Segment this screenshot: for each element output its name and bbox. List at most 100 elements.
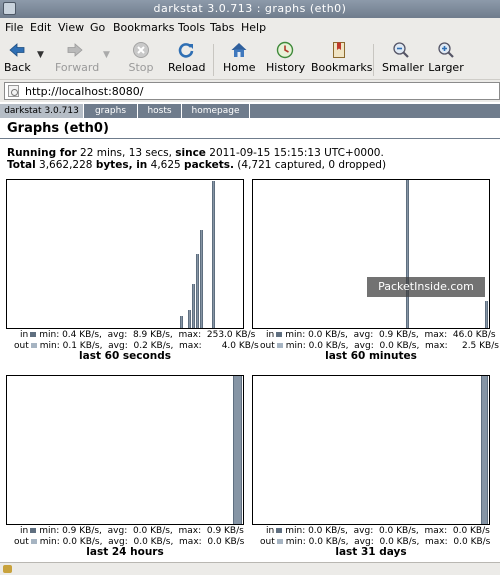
legend-in-values: min: 0.0 KB/s, avg: 0.0 KB/s, max: 0.0 K… [285,526,490,536]
navigation-toolbar: Back ▼ Forward ▼ Stop Reload Home Histor… [0,38,500,80]
forward-button[interactable]: Forward [55,41,99,74]
menu-bar: File Edit View Go Bookmarks Tools Tabs H… [0,18,500,38]
out-swatch [276,343,283,348]
nav-item-homepage[interactable]: homepage [182,104,250,118]
graph-plot [6,179,244,329]
graph-bar [200,230,203,328]
stop-icon [133,42,149,58]
home-icon [231,43,247,57]
graph-bar [188,310,191,328]
menu-help[interactable]: Help [241,21,266,34]
legend-in: in min: 0.0 KB/s, avg: 0.9 KB/s, max: 46.… [266,330,496,340]
legend-in-values: min: 0.9 KB/s, avg: 0.0 KB/s, max: 0.9 K… [39,526,244,536]
in-swatch [30,332,37,337]
menu-tools[interactable]: Tools [178,21,205,34]
forward-label: Forward [55,61,100,74]
forward-arrow-icon [67,43,83,57]
total-bytes: 3,662,228 [35,159,96,171]
graph-last-31-days: in min: 0.0 KB/s, avg: 0.0 KB/s, max: 0.0… [252,375,490,559]
total-label: Total [7,159,36,171]
window-titlebar: darkstat 3.0.713 : graphs (eth0) [0,0,500,18]
captured-dropped: (4,721 captured, 0 dropped) [233,159,387,171]
graph-last-60-seconds: in min: 0.4 KB/s, avg: 8.9 KB/s, max: 253… [6,179,259,363]
graph-plot [6,375,244,525]
address-bar: http://localhost:8080/ [0,80,500,102]
menu-edit[interactable]: Edit [30,21,51,34]
graph-plot [252,375,490,525]
menu-file[interactable]: File [5,21,23,34]
zoom-out-icon [393,42,409,58]
nav-item-graphs[interactable]: graphs [84,104,138,118]
back-button[interactable]: Back [4,41,31,74]
menu-go[interactable]: Go [90,21,105,34]
history-icon [276,41,294,59]
out-swatch [30,343,37,348]
window-title: darkstat 3.0.713 : graphs (eth0) [153,2,347,15]
in-swatch [276,332,283,337]
menu-view[interactable]: View [58,21,84,34]
graph-bar-out [234,376,241,524]
larger-label: Larger [428,61,464,74]
url-field[interactable]: http://localhost:8080/ [4,82,500,100]
history-button[interactable]: History [266,41,305,74]
status-bar [0,562,500,575]
bookmarks-label: Bookmarks [311,61,373,74]
graph-bar-out [407,180,408,328]
graph-last-24-hours: in min: 0.9 KB/s, avg: 0.0 KB/s, max: 0.9… [6,375,244,559]
home-button[interactable]: Home [223,41,255,74]
legend-in: in min: 0.0 KB/s, avg: 0.0 KB/s, max: 0.0… [266,526,490,536]
total-packets: 4,625 [147,159,185,171]
smaller-button[interactable]: Smaller [382,41,424,74]
smaller-label: Smaller [382,61,424,74]
larger-button[interactable]: Larger [428,41,464,74]
graph-bar [196,254,199,328]
reload-button[interactable]: Reload [168,41,206,74]
graph-bar [406,180,409,328]
running-duration: 22 mins, 13 secs, [76,147,176,159]
legend-in: in min: 0.9 KB/s, avg: 0.0 KB/s, max: 0.9… [20,526,244,536]
darkstat-nav: darkstat 3.0.713 graphs hosts homepage [0,104,500,118]
running-label: Running for [7,147,77,159]
reload-label: Reload [168,61,206,74]
legend-in: in min: 0.4 KB/s, avg: 8.9 KB/s, max: 253… [20,330,256,340]
page-title: Graphs (eth0) [7,121,109,136]
in-swatch [276,528,283,533]
graph-bar [481,376,488,524]
graph-bar-out [213,181,214,328]
nav-item-darkstat[interactable]: darkstat 3.0.713 [0,104,84,118]
watermark: PacketInside.com [367,277,485,297]
total-info: Total 3,662,228 bytes, in 4,625 packets.… [7,159,386,171]
graph-bar [212,181,215,328]
graph-bar-out [197,254,198,328]
stop-label: Stop [128,61,154,74]
reload-icon [178,43,194,58]
bookmarks-icon [333,42,345,58]
toolbar-separator [373,44,374,76]
back-history-dropdown-icon[interactable]: ▼ [37,50,44,60]
stop-button[interactable]: Stop [127,41,155,74]
since-label: since [175,147,206,159]
in-swatch [30,528,37,533]
zoom-in-icon [438,42,454,58]
out-swatch [30,539,37,544]
graph-bar [180,316,183,328]
graph-caption: last 60 seconds [79,350,171,362]
out-swatch [276,539,283,544]
graph-bar-out [482,376,487,524]
url-text: http://localhost:8080/ [25,85,144,98]
forward-history-dropdown-icon[interactable]: ▼ [103,50,110,60]
packets-label: packets. [184,159,234,171]
nav-item-hosts[interactable]: hosts [138,104,182,118]
home-label: Home [223,61,256,74]
menu-tabs[interactable]: Tabs [210,21,234,34]
legend-in-values: min: 0.0 KB/s, avg: 0.9 KB/s, max: 46.0 … [285,330,496,340]
menu-bookmarks[interactable]: Bookmarks [113,21,174,34]
status-icon [3,565,12,573]
graph-plot [252,179,490,329]
back-label: Back [4,61,31,74]
bookmarks-button[interactable]: Bookmarks [311,41,372,74]
graph-bar-out [189,310,190,328]
graph-caption: last 31 days [335,546,407,558]
page-icon [8,85,19,97]
toolbar-separator [213,44,214,76]
